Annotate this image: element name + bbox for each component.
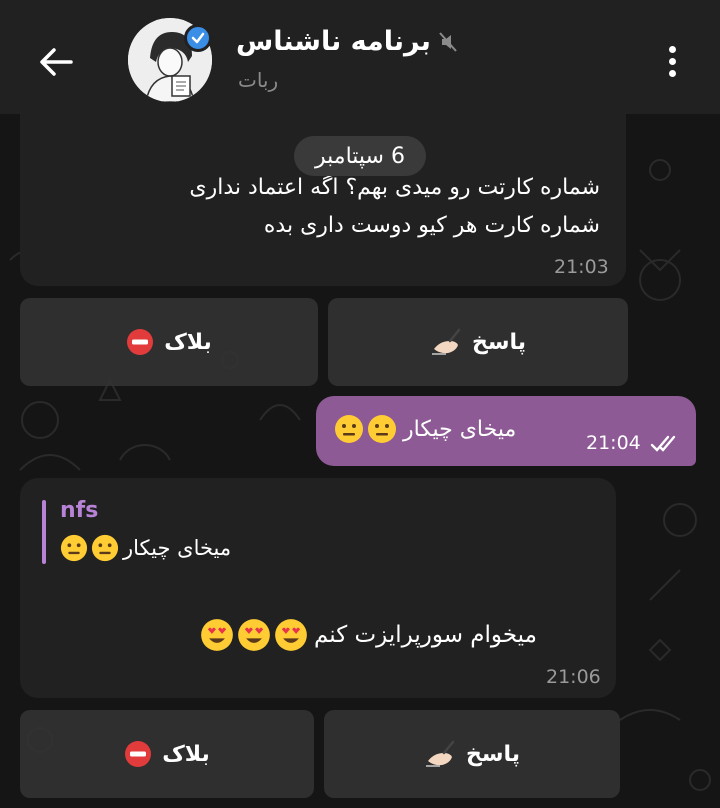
writing-hand-icon bbox=[432, 328, 461, 355]
back-button[interactable] bbox=[28, 34, 84, 90]
message-3-text-row: میخوام سورپرایزت کنم bbox=[200, 618, 600, 652]
more-vert-icon bbox=[668, 45, 676, 53]
reply-quote-text: میخای چیکار bbox=[123, 536, 232, 560]
reply-button[interactable]: پاسخ bbox=[324, 710, 620, 798]
neutral-face-icon bbox=[60, 534, 88, 562]
block-button[interactable]: بلاک bbox=[20, 710, 314, 798]
chat-subtitle: ربات bbox=[238, 68, 279, 92]
date-separator: 6 سپتامبر bbox=[294, 136, 426, 176]
heart-eyes-face-icon bbox=[275, 619, 307, 651]
reply-button[interactable]: پاسخ bbox=[328, 298, 628, 386]
more-menu-button[interactable] bbox=[654, 36, 690, 86]
reply-sender-name: nfs bbox=[60, 498, 99, 523]
heart-eyes-face-icon bbox=[238, 619, 270, 651]
writing-hand-icon bbox=[426, 740, 455, 767]
message-3-time: 21:06 bbox=[546, 666, 601, 688]
back-arrow-icon bbox=[40, 48, 73, 76]
no-entry-icon bbox=[127, 329, 154, 355]
neutral-face-icon bbox=[368, 415, 396, 443]
no-entry-icon bbox=[125, 741, 152, 767]
block-button-label: بلاک bbox=[164, 329, 212, 355]
reply-button-label: پاسخ bbox=[472, 329, 527, 355]
reply-quote-text-row[interactable]: میخای چیکار bbox=[60, 534, 272, 562]
chat-title-area[interactable]: برنامه ناشناس bbox=[236, 26, 457, 57]
heart-eyes-emoji-group bbox=[200, 618, 308, 652]
chat-header: برنامه ناشناس ربات bbox=[0, 0, 720, 114]
message-1-line-2: شماره کارت هر کیو دوست داری بده bbox=[263, 213, 600, 238]
incoming-message-2[interactable] bbox=[20, 478, 616, 698]
outgoing-message-text-row: میخای چیکار bbox=[334, 414, 574, 444]
neutral-face-icon bbox=[335, 415, 363, 443]
chat-title: برنامه ناشناس bbox=[236, 26, 431, 57]
heart-eyes-face-icon bbox=[201, 619, 233, 651]
outgoing-message-text: میخای چیکار bbox=[403, 416, 517, 442]
neutral-face-emoji-group bbox=[334, 414, 397, 444]
read-double-check-icon bbox=[650, 435, 676, 452]
block-button-label: بلاک bbox=[162, 741, 210, 767]
message-1-time: 21:03 bbox=[554, 256, 609, 278]
reply-button-label: پاسخ bbox=[466, 741, 521, 767]
reply-quote-bar bbox=[42, 500, 46, 564]
mute-icon bbox=[439, 31, 457, 52]
verified-badge-icon bbox=[184, 24, 212, 52]
neutral-face-emoji-group bbox=[60, 534, 119, 562]
block-button[interactable]: بلاک bbox=[20, 298, 318, 386]
neutral-face-icon bbox=[91, 534, 119, 562]
message-3-text: میخوام سورپرایزت کنم bbox=[314, 622, 537, 648]
message-2-time: 21:04 bbox=[586, 432, 641, 454]
